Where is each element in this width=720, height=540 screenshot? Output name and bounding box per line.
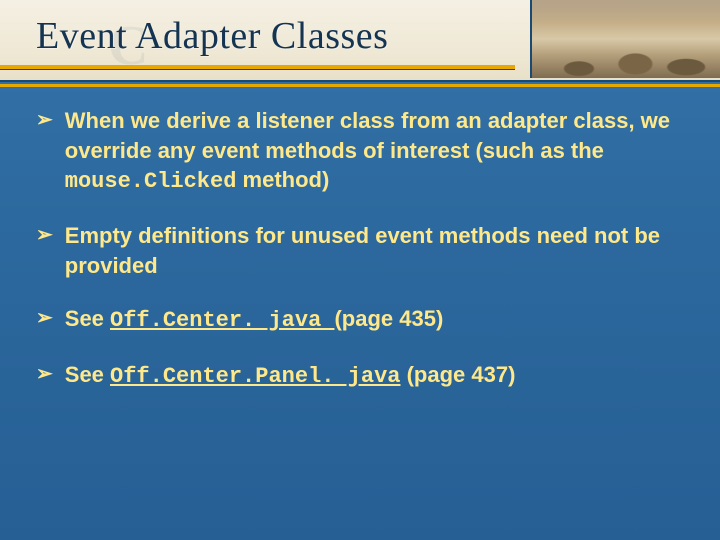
- accent-line: [0, 84, 720, 87]
- page-title: Event Adapter Classes: [36, 14, 388, 58]
- bullet-text: See Off.Center. java (page 435): [65, 304, 672, 336]
- list-item: ➢ When we derive a listener class from a…: [36, 106, 672, 197]
- text-run: (page 437): [400, 362, 515, 387]
- title-underline: [0, 65, 515, 69]
- text-run: See: [65, 306, 110, 331]
- text-run: See: [65, 362, 110, 387]
- list-item: ➢ Empty definitions for unused event met…: [36, 221, 672, 280]
- code-run: mouse.Clicked: [65, 169, 237, 194]
- text-run: When we derive a listener class from an …: [65, 108, 670, 163]
- text-run: Empty definitions for unused event metho…: [65, 223, 660, 278]
- text-run: method): [236, 167, 329, 192]
- bullet-icon: ➢: [36, 221, 53, 250]
- slide-content: ➢ When we derive a listener class from a…: [36, 106, 672, 416]
- bullet-icon: ➢: [36, 106, 53, 135]
- list-item: ➢ See Off.Center.Panel. java (page 437): [36, 360, 672, 392]
- header-photo: [530, 0, 720, 78]
- link-run: Off.Center.Panel. java: [110, 364, 400, 389]
- bullet-icon: ➢: [36, 360, 53, 389]
- bullet-text: When we derive a listener class from an …: [65, 106, 672, 197]
- text-run: (page 435): [334, 306, 443, 331]
- bullet-icon: ➢: [36, 304, 53, 333]
- list-item: ➢ See Off.Center. java (page 435): [36, 304, 672, 336]
- link-run: Off.Center. java: [110, 308, 334, 333]
- bullet-text: Empty definitions for unused event metho…: [65, 221, 672, 280]
- bullet-text: See Off.Center.Panel. java (page 437): [65, 360, 672, 392]
